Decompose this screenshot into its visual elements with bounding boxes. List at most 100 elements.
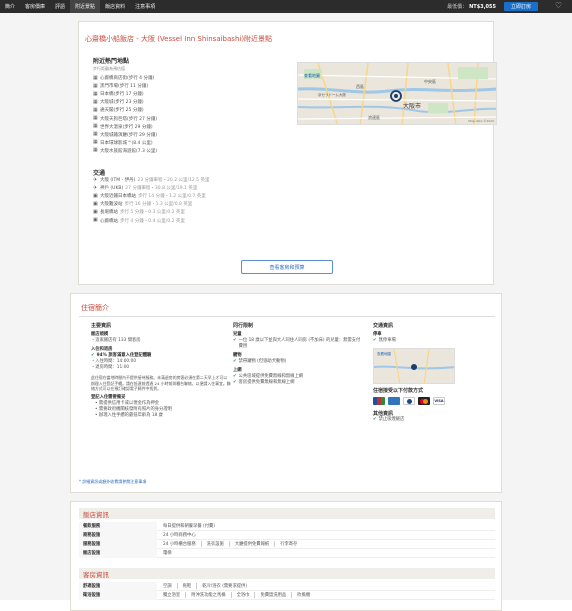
list-item: ▦ 心齋橋商店街 (步行 4 分鐘)	[93, 74, 293, 82]
popular-heading: 附近熱門地點	[93, 58, 130, 65]
hotel-info-table: 餐飲服務 每日提供和朝餐早餐 (付費) 商務設施 24 小時商務中心 服務設施 24 小時…	[79, 521, 495, 558]
tab-reviews[interactable]: 評語	[50, 0, 70, 13]
transport-column: 交通資訊 停車 ✔ 無停車場 查看地圖 住宿接受以下付款方式 VISA 其他資訊…	[373, 322, 493, 423]
footnote-link[interactable]: * 詳細資訊或額外收費請參閱注意事項	[79, 479, 146, 485]
small-map[interactable]: 查看地圖	[373, 348, 455, 384]
checkin-description: 此住宿在當地時間內不提供接待服務。未滿退房的房客必須在第二天早上才可以辦理入住登…	[91, 375, 231, 391]
main-info-title: 主要資訊	[91, 323, 112, 329]
place-name: 大阪城鐵演廳	[100, 132, 127, 138]
room-size-text: ・這家飯店有 133 間客房	[91, 338, 141, 343]
transport-distance: 步行 16 分鐘・1.3 公里/0.8 英里	[124, 202, 193, 208]
view-rooms-button[interactable]: 查看客房和預算	[241, 260, 333, 274]
transport-name: 大阪 (ITM - 伊丹)	[100, 178, 136, 184]
tab-overview[interactable]: 簡介	[0, 0, 20, 13]
map-credit: Map data ©2020	[468, 119, 494, 123]
parking-text: 無停車場	[378, 338, 396, 343]
transport-name: 心齋橋站	[100, 218, 118, 224]
internet-label: 上網	[233, 368, 242, 373]
checkin-rating-text: 94% 旅客滿意入住登記體驗	[96, 353, 152, 358]
table-key: 服務設施	[79, 539, 157, 549]
place-name: 世界大溫泉	[100, 124, 123, 130]
internet-item: ✔ 客房提供免費無線和無線上網	[233, 380, 363, 386]
list-item: ▦ 通天閣 (步行 25 分鐘)	[93, 106, 293, 114]
map-city-label: 大阪市	[403, 103, 422, 110]
pets-policy: ✔ 禁帶寵物 (但協助犬動物)	[233, 359, 363, 365]
table-value: 電梯	[163, 551, 172, 556]
table-value: 行李寄存	[280, 542, 298, 547]
place-distance: (步行 25 分鐘)	[113, 108, 144, 114]
table-value: 大廳提供免費報紙	[230, 541, 276, 547]
table-value: 免費盥洗用品	[255, 592, 293, 598]
tab-rooms[interactable]: 客房價庫	[20, 0, 50, 13]
map-district-label: 浪速區	[368, 115, 380, 120]
place-distance: (步行 17 分鐘)	[113, 92, 144, 98]
place-name: 黑門市場	[100, 84, 118, 90]
table-row: 飯店設施 電梯	[79, 548, 495, 558]
list-item: ▦ 日本環球影城™ (8.4 公里)	[93, 139, 293, 147]
landmark-icon: ▦	[93, 98, 98, 105]
place-name: 大阪城	[100, 100, 114, 106]
table-value: 洗衣設施	[202, 541, 230, 547]
hotel-info-card: 飯店資訊 餐飲服務 每日提供和朝餐早餐 (付費) 商務設施 24 小時商務中心 服務設施…	[70, 501, 502, 611]
list-item: ▣ 長堀橋站 步行 5 分鐘・0.3 公里/0.2 英里	[93, 208, 353, 216]
other-info-text: 禁止吸煙飯店	[378, 417, 405, 422]
page-body: 心齋橋小船飯店 - 大阪 (Vessel Inn Shinsaibashi)附近…	[0, 13, 572, 611]
check-icon: ✔	[233, 380, 237, 385]
list-item: ▦ 世界大溫泉 (步行 29 分鐘)	[93, 123, 293, 131]
place-name: 日本環球影城™	[100, 140, 132, 146]
popular-list: ▦ 心齋橋商店街 (步行 4 分鐘) ▦ 黑門市場 (步行 11 分鐘) ▦ 日本橋 (步行 1…	[93, 74, 293, 155]
small-map-link[interactable]: 查看地圖	[377, 352, 391, 357]
transport-name: 大阪近鐵日本橋站	[100, 194, 136, 200]
place-distance: (7.3 公里)	[136, 148, 158, 154]
landmark-icon: ▦	[93, 74, 98, 81]
transport-info-title: 交通資訊	[373, 323, 394, 329]
place-distance: (步行 29 分鐘)	[127, 132, 158, 138]
nearby-map[interactable]: 查看地圖 大阪市 西區 中央區 浪速區 京セラドーム大阪 Map data ©2…	[297, 62, 497, 125]
internet-list: ✔ 公共區域提供免費無線和無線上網 ✔ 客房提供免費無線和無線上網	[233, 374, 363, 386]
thumbs-up-icon: ✔	[91, 353, 95, 358]
train-icon: ▣	[93, 208, 98, 215]
table-value: 24 小時櫃台服務	[163, 541, 202, 547]
landmark-icon: ▦	[93, 82, 98, 89]
list-item: ▣ 心齋橋站 步行 4 分鐘・0.4 公里/0.2 英里	[93, 216, 353, 224]
tab-hotel-info[interactable]: 飯店資料	[100, 0, 130, 13]
top-nav: 簡介 客房價庫 評語 附近景點 飯店資料 注意事項 最低價： NT$3,055 立…	[0, 0, 572, 13]
main-info-column: 主要資訊 飯店規模 ・這家飯店有 133 間客房 入住和退房 ✔ 94% 旅客滿意…	[91, 322, 231, 419]
checkin-label: 入住和退房	[91, 347, 113, 352]
place-distance: (8.4 公里)	[131, 140, 153, 146]
place-distance: (步行 11 分鐘)	[118, 84, 149, 90]
heart-icon[interactable]: ♡	[555, 1, 562, 10]
prep-label: 登記入住需要備妥	[91, 394, 126, 400]
train-icon: ▣	[93, 192, 98, 199]
children-label: 兒童	[233, 332, 242, 337]
children-text: 一位 18 歲以下並與大人同住人同房 (不加床) 的兒童：無需支付費用	[238, 338, 361, 349]
list-item: ▦ 大阪城 (步行 23 分鐘)	[93, 98, 293, 106]
table-key: 飯店設施	[79, 548, 157, 558]
price-label: 最低價：	[447, 4, 468, 10]
parking-label: 停車	[373, 332, 382, 337]
list-item: ✈ 神戶 (UKB) 27 分鐘車程・30.8 公里/19.1 英里	[93, 184, 353, 192]
payment-cards: VISA	[373, 397, 493, 405]
map-view-link[interactable]: 查看地圖	[304, 73, 320, 79]
table-key: 餐飲服務	[79, 521, 157, 531]
check-icon: ✔	[233, 338, 237, 343]
table-values: 空調 拖鞋 乾冷/浴衣 (需要求提供)	[157, 583, 252, 589]
train-icon: ▣	[93, 200, 98, 207]
list-item: ▣ 大阪難波站 步行 16 分鐘・1.3 公里/0.8 英里	[93, 200, 353, 208]
room-info-title: 客房資訊	[79, 568, 495, 579]
parking-info: ✔ 無停車場	[373, 338, 493, 344]
book-now-button[interactable]: 立即訂房	[504, 2, 538, 11]
transport-distance: 步行 4 分鐘・0.4 公里/0.2 英里	[120, 218, 185, 224]
nearby-panel: 心齋橋小船飯店 - 大阪 (Vessel Inn Shinsaibashi)附近…	[78, 21, 497, 285]
pets-label: 寵物	[233, 353, 242, 358]
price-value: NT$3,055	[469, 4, 496, 10]
tab-notes[interactable]: 注意事項	[130, 0, 160, 13]
nearby-card: 心齋橋小船飯店 - 大阪 (Vessel Inn Shinsaibashi)附近…	[70, 21, 502, 285]
popular-note: 步行距離為預估值	[93, 66, 125, 71]
table-value: 乾冷/浴衣 (需要求提供)	[202, 584, 248, 589]
policy-column: 同行限制 兒童 ✔ 一位 18 歲以下並與大人同住人同房 (不加床) 的兒童：無需…	[233, 322, 363, 386]
tab-nearby[interactable]: 附近景點	[70, 0, 101, 13]
policy-title: 同行限制	[233, 323, 254, 329]
map-poi-label: 京セラドーム大阪	[318, 93, 346, 97]
landmark-icon: ▦	[93, 139, 98, 146]
